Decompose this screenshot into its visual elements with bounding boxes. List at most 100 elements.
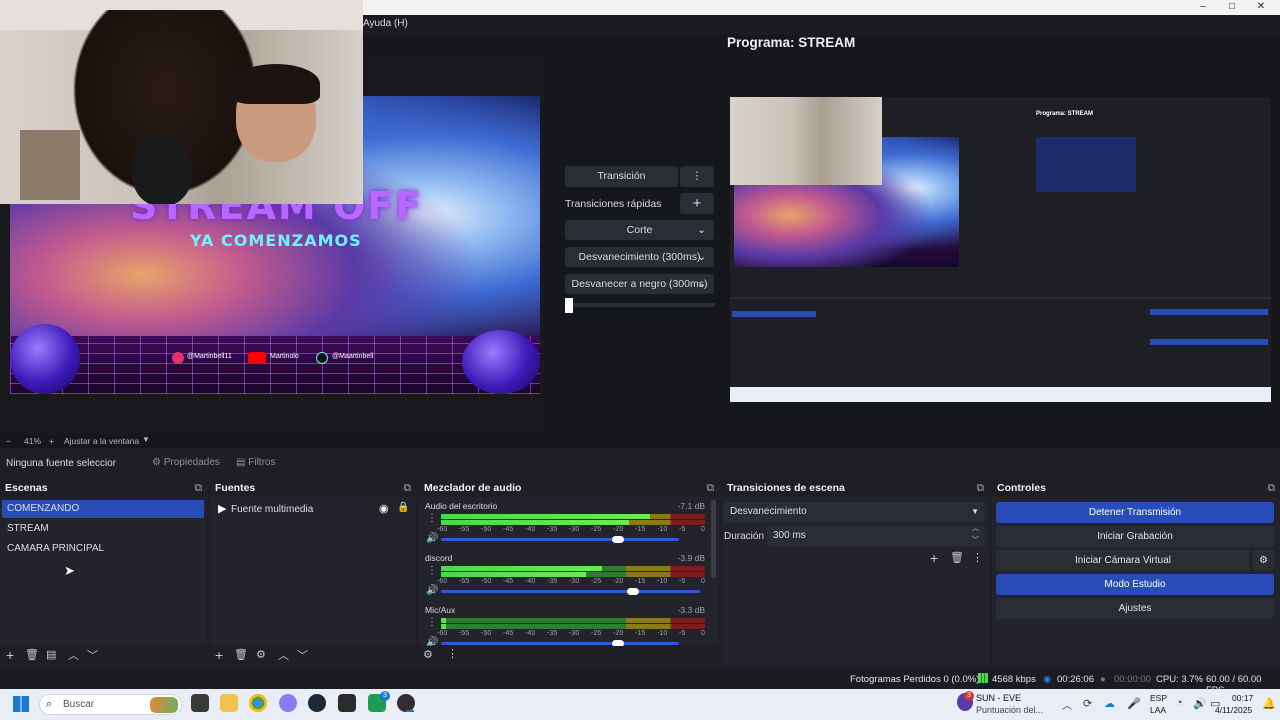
speaker-icon[interactable]: 🔊 xyxy=(426,533,438,544)
undock-icon[interactable]: ⧉ xyxy=(707,481,715,496)
microphone xyxy=(132,136,192,204)
maximize-button[interactable]: □ xyxy=(1219,0,1245,15)
eye-icon[interactable]: ◉ xyxy=(379,502,389,515)
add-icon[interactable]: + xyxy=(930,550,938,566)
tbar-handle[interactable] xyxy=(565,298,573,313)
chevron-down-icon[interactable]: ▼ xyxy=(142,435,150,444)
volume-icon[interactable]: 🔊 xyxy=(1193,697,1207,710)
close-button[interactable]: ✕ xyxy=(1248,0,1274,15)
discord-icon[interactable] xyxy=(279,694,297,712)
minimize-button[interactable]: – xyxy=(1190,0,1216,15)
clock-date[interactable]: 4/11/2025 xyxy=(1215,705,1252,715)
trash-icon[interactable]: 🗑 xyxy=(950,551,964,564)
scale-tick: -40 xyxy=(525,630,536,637)
wifi-icon[interactable]: ◔ xyxy=(1176,697,1183,709)
social-tiktok: @Maartinbell xyxy=(332,353,374,360)
gear-icon[interactable]: ⚙ xyxy=(256,648,266,661)
stepper-icon[interactable]: ︿ ﹀ xyxy=(972,523,979,547)
properties-button[interactable]: ⚙ Propiedades xyxy=(152,457,220,468)
file-explorer-icon[interactable] xyxy=(220,694,238,712)
chevron-down-icon[interactable]: ﹀ xyxy=(297,647,308,663)
nested-divider xyxy=(730,297,1271,299)
virtual-camera-button[interactable]: Iniciar Cámara Virtual xyxy=(996,550,1250,571)
audio-meter xyxy=(441,624,705,629)
add-quick-transition-button[interactable]: + xyxy=(680,193,714,214)
add-icon[interactable]: + xyxy=(215,647,223,663)
channel-menu-icon[interactable]: ⋮ xyxy=(427,565,437,576)
filter-icon[interactable]: ▤ xyxy=(46,648,56,661)
undock-icon[interactable]: ⧉ xyxy=(404,481,412,496)
clock-time[interactable]: 00:17 xyxy=(1232,693,1253,703)
scale-tick: 0 xyxy=(701,630,705,637)
program-canvas[interactable]: Programa: STREAM xyxy=(730,97,1271,402)
scale-tick: -45 xyxy=(503,578,514,585)
stop-stream-button[interactable]: Detener Transmisión xyxy=(996,502,1274,523)
volume-slider-knob[interactable] xyxy=(612,536,624,543)
zoom-plus-button[interactable]: + xyxy=(49,436,54,446)
channel-menu-icon[interactable]: ⋮ xyxy=(427,617,437,628)
tiktok-icon xyxy=(316,352,328,364)
lock-icon[interactable]: 🔒 xyxy=(397,502,409,513)
volume-slider[interactable] xyxy=(441,538,679,541)
zoom-minus-button[interactable]: − xyxy=(6,436,11,446)
epic-games-icon[interactable] xyxy=(338,694,356,712)
instagram-icon xyxy=(172,352,184,364)
chevron-down-icon[interactable]: ﹀ xyxy=(87,647,98,663)
taskbar-search[interactable]: ⌕ Buscar xyxy=(39,694,182,715)
add-icon[interactable]: + xyxy=(6,647,14,663)
source-item-media[interactable]: ▶ Fuente multimedia ◉ 🔒 xyxy=(212,500,414,518)
trash-icon[interactable]: 🗑 xyxy=(234,648,248,661)
scene-item-comenzando[interactable]: COMENZANDO xyxy=(2,500,204,518)
quick-transition-cut[interactable]: Corte ⌄ xyxy=(565,220,714,240)
more-icon[interactable]: ⋮ xyxy=(972,551,983,564)
windows-start-icon[interactable] xyxy=(13,696,29,712)
scale-tick: -50 xyxy=(481,578,492,585)
trash-icon[interactable]: 🗑 xyxy=(25,648,39,661)
advanced-audio-icon[interactable]: ⚙ xyxy=(423,648,433,661)
mixer-footer: ⚙ ⋮ xyxy=(419,646,719,664)
mic-icon[interactable]: 🎤 xyxy=(1127,697,1141,710)
volume-slider-knob[interactable] xyxy=(627,588,639,595)
chevron-up-icon[interactable]: ︿ xyxy=(1062,697,1072,712)
mixer-scrollbar[interactable] xyxy=(711,500,716,578)
scene-item-stream[interactable]: STREAM xyxy=(2,520,204,538)
task-view-icon[interactable] xyxy=(191,694,209,712)
speaker-icon[interactable]: 🔊 xyxy=(426,585,438,596)
steam-icon[interactable] xyxy=(308,694,326,712)
start-recording-button[interactable]: Iniciar Grabación xyxy=(996,526,1274,547)
scene-item-camara-principal[interactable]: CAMARA PRINCIPAL xyxy=(2,540,204,558)
notification-bell-icon[interactable]: 🔔 xyxy=(1262,697,1276,710)
volume-slider[interactable] xyxy=(441,642,679,645)
transition-select[interactable]: Desvanecimiento ▼ xyxy=(724,502,985,522)
quick-transition-fade-black[interactable]: Desvanecer a negro (300ms) ⌄ xyxy=(565,274,714,294)
chrome-icon[interactable] xyxy=(249,694,267,712)
scale-tick: -10 xyxy=(657,578,668,585)
social-youtube: Martinolo xyxy=(270,353,299,360)
undock-icon[interactable]: ⧉ xyxy=(195,481,203,496)
quick-transition-fade[interactable]: Desvanecimiento (300ms) ⌄ xyxy=(565,247,714,267)
gear-icon: ⚙ xyxy=(1259,555,1268,566)
language-code[interactable]: ESP xyxy=(1150,693,1167,703)
cloud-icon[interactable]: ☁ xyxy=(1104,697,1115,710)
virtual-camera-settings-button[interactable]: ⚙ xyxy=(1253,550,1274,571)
keyboard-layout[interactable]: LAA xyxy=(1150,705,1166,715)
menu-help[interactable]: Ayuda (H) xyxy=(363,18,408,29)
transition-button[interactable]: Transición xyxy=(565,166,678,187)
settings-button[interactable]: Ajustes xyxy=(996,598,1274,619)
filters-button[interactable]: ▤ Filtros xyxy=(236,457,275,468)
chevron-up-icon[interactable]: ︿ xyxy=(278,647,289,663)
transition-menu-button[interactable]: ⋮ xyxy=(680,166,714,187)
studio-mode-button[interactable]: Modo Estudio xyxy=(996,574,1274,595)
fit-to-window[interactable]: Ajustar a la ventana xyxy=(64,436,139,446)
undock-icon[interactable]: ⧉ xyxy=(977,481,985,496)
sync-icon[interactable]: ⟳ xyxy=(1083,697,1092,710)
more-icon[interactable]: ⋮ xyxy=(447,647,458,660)
chevron-up-icon[interactable]: ︿ xyxy=(68,647,79,663)
tbar-track[interactable] xyxy=(565,303,715,307)
duration-input[interactable]: 300 ms ︿ ﹀ xyxy=(767,523,985,547)
stream-time: 00:26:06 xyxy=(1057,674,1094,685)
channel-menu-icon[interactable]: ⋮ xyxy=(427,513,437,524)
undock-icon[interactable]: ⧉ xyxy=(1268,481,1276,496)
volume-slider[interactable] xyxy=(441,590,700,593)
nested-stop-stream xyxy=(1150,309,1268,315)
